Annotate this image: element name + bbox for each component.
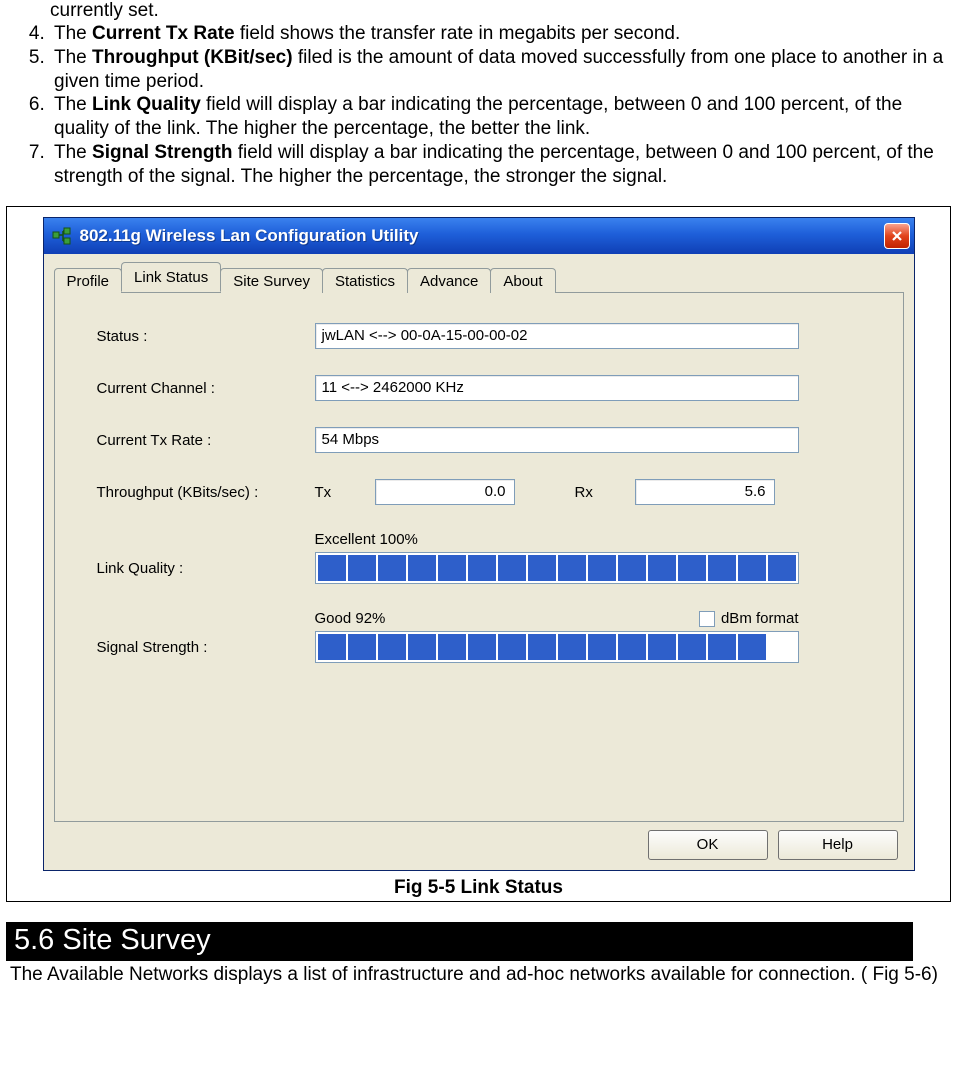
label-txrate: Current Tx Rate : (97, 432, 315, 449)
list-item-6: The Link Quality field will display a ba… (50, 93, 947, 141)
help-button[interactable]: Help (778, 830, 898, 860)
label-tx: Tx (315, 484, 375, 501)
progress-segment (378, 634, 406, 660)
button-bar: OK Help (54, 822, 904, 860)
text: The (54, 94, 92, 115)
section-5-6-body: The Available Networks displays a list o… (0, 961, 957, 997)
bold-term: Throughput (KBit/sec) (92, 47, 293, 68)
progress-segment (738, 634, 766, 660)
list-item-5: The Throughput (KBit/sec) filed is the a… (50, 46, 947, 94)
progress-segment (378, 555, 406, 581)
field-tx-value: 0.0 (375, 479, 515, 505)
list-item-4: The Current Tx Rate field shows the tran… (50, 22, 947, 46)
progress-segment (678, 634, 706, 660)
dbm-checkbox[interactable]: dBm format (699, 610, 799, 627)
text: The (54, 142, 92, 163)
progress-segment (498, 634, 526, 660)
figure-caption: Fig 5-5 Link Status (7, 875, 950, 901)
field-status: jwLAN <--> 00-0A-15-00-00-02 (315, 323, 799, 349)
progress-segment (408, 555, 436, 581)
link-quality-text: Excellent 100% (315, 531, 799, 548)
field-rx-value: 5.6 (635, 479, 775, 505)
progress-segment (528, 555, 556, 581)
link-quality-bar (315, 552, 799, 584)
titlebar: 802.11g Wireless Lan Configuration Utili… (44, 218, 914, 254)
label-channel: Current Channel : (97, 380, 315, 397)
tab-profile[interactable]: Profile (54, 268, 123, 293)
progress-segment (708, 555, 736, 581)
progress-segment (618, 555, 646, 581)
config-utility-dialog: 802.11g Wireless Lan Configuration Utili… (43, 217, 915, 871)
field-txrate: 54 Mbps (315, 427, 799, 453)
numbered-list: The Current Tx Rate field shows the tran… (10, 22, 947, 188)
progress-segment (648, 634, 676, 660)
progress-segment (768, 555, 796, 581)
progress-segment (438, 555, 466, 581)
progress-segment (438, 634, 466, 660)
signal-strength-bar (315, 631, 799, 663)
section-5-6-header: 5.6 Site Survey (6, 922, 913, 961)
figure-box: 802.11g Wireless Lan Configuration Utili… (6, 206, 951, 902)
signal-strength-text: Good 92% (315, 610, 699, 627)
prev-line-tail: currently set. (10, 0, 947, 22)
progress-segment (408, 634, 436, 660)
label-rx: Rx (575, 484, 635, 501)
label-signal-strength: Signal Strength : (97, 639, 315, 656)
progress-segment (348, 555, 376, 581)
progress-segment (318, 634, 346, 660)
close-button[interactable] (884, 223, 910, 249)
label-throughput: Throughput (KBits/sec) : (97, 484, 315, 501)
progress-segment (588, 555, 616, 581)
progress-segment (468, 555, 496, 581)
checkbox-icon (699, 611, 715, 627)
tab-site-survey[interactable]: Site Survey (220, 268, 323, 293)
progress-segment (768, 634, 796, 660)
ok-button[interactable]: OK (648, 830, 768, 860)
close-icon (891, 230, 903, 242)
tabstrip: Profile Link Status Site Survey Statisti… (54, 262, 904, 292)
window-title: 802.11g Wireless Lan Configuration Utili… (80, 226, 884, 246)
field-channel: 11 <--> 2462000 KHz (315, 375, 799, 401)
tab-panel-link-status: Status : jwLAN <--> 00-0A-15-00-00-02 Cu… (54, 292, 904, 822)
progress-segment (708, 634, 736, 660)
label-link-quality: Link Quality : (97, 560, 315, 577)
text: The (54, 47, 92, 68)
progress-segment (678, 555, 706, 581)
tab-about[interactable]: About (490, 268, 555, 293)
bold-term: Link Quality (92, 94, 201, 115)
bold-term: Current Tx Rate (92, 23, 235, 44)
progress-segment (618, 634, 646, 660)
progress-segment (648, 555, 676, 581)
dbm-label: dBm format (721, 610, 799, 627)
progress-segment (738, 555, 766, 581)
bold-term: Signal Strength (92, 142, 232, 163)
text: The (54, 23, 92, 44)
progress-segment (528, 634, 556, 660)
tab-advance[interactable]: Advance (407, 268, 491, 293)
tab-statistics[interactable]: Statistics (322, 268, 408, 293)
progress-segment (348, 634, 376, 660)
app-icon (52, 226, 72, 246)
list-item-7: The Signal Strength field will display a… (50, 141, 947, 189)
label-status: Status : (97, 328, 315, 345)
text: field shows the transfer rate in megabit… (235, 23, 681, 44)
progress-segment (318, 555, 346, 581)
progress-segment (588, 634, 616, 660)
progress-segment (558, 634, 586, 660)
progress-segment (498, 555, 526, 581)
progress-segment (468, 634, 496, 660)
tab-link-status[interactable]: Link Status (121, 262, 221, 292)
progress-segment (558, 555, 586, 581)
